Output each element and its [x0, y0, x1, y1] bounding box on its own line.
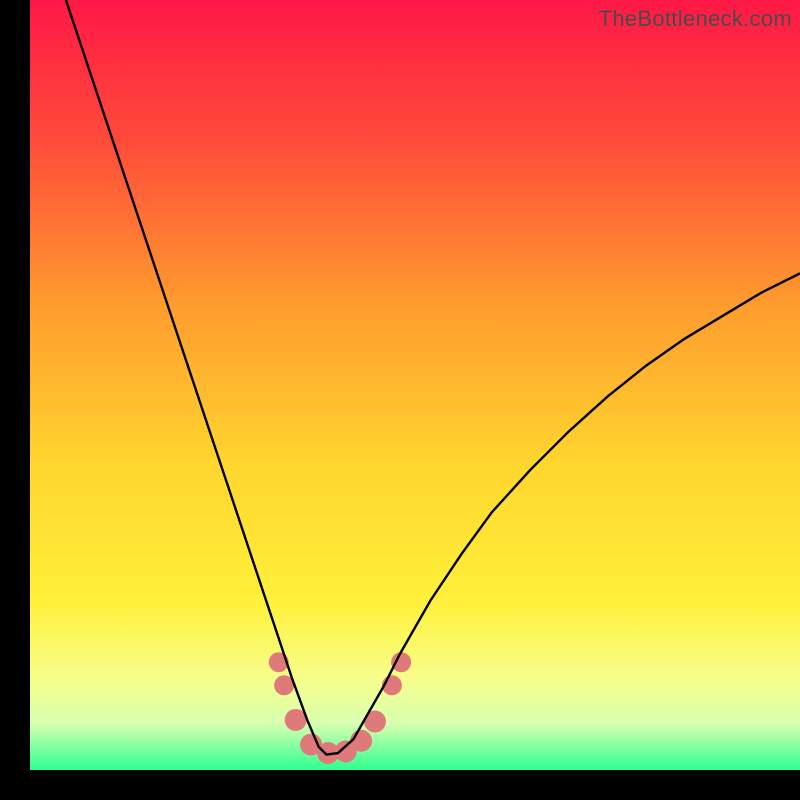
watermark-text: TheBottleneck.com — [599, 6, 792, 32]
chart-frame — [30, 0, 800, 770]
gradient-bg — [30, 0, 800, 770]
chart-plot — [30, 0, 800, 770]
marker-dot — [391, 652, 411, 672]
